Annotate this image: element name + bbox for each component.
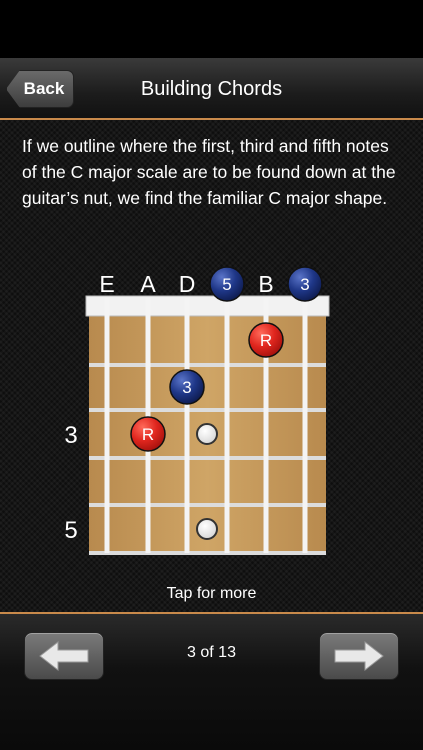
open-string-label-3: D [179,271,196,297]
fret-number-5: 5 [64,517,77,544]
nut [85,295,330,317]
fret-inlay-5 [196,518,218,540]
fret-inlay-3 [196,423,218,445]
fret-wire-1 [89,363,326,367]
fretboard-diagram[interactable]: EAD B 3 5 5 3 R 3 R [0,260,423,560]
fret-wire-3 [89,456,326,460]
open-string-label-5: B [258,271,273,297]
fretted-note-dot-1-label: R [260,331,272,350]
open-note-dot-1-label: 5 [222,275,231,294]
open-string-label-1: E [99,271,114,297]
navigation-bar: Back Building Chords [0,58,423,120]
guitar-string-3 [184,298,190,553]
intro-paragraph: If we outline where the first, third and… [22,136,396,208]
bottom-toolbar: 3 of 13 [0,612,423,750]
guitar-string-6 [302,298,308,553]
tap-for-more-hint[interactable]: Tap for more [0,585,423,603]
fret-wire-2 [89,408,326,412]
fret-wire-4 [89,503,326,507]
fretboard-svg: E A D B 3 5 5 3 R 3 R [64,266,330,555]
guitar-string-1 [104,298,110,553]
status-bar [0,0,423,58]
open-note-dot-2-label: 3 [300,275,309,294]
fret-wire-5 [89,551,326,555]
guitar-string-4 [224,298,230,553]
right-arrow-icon [334,640,384,672]
page-title: Building Chords [140,78,283,100]
fretted-note-dot-3-label: R [142,425,154,444]
next-page-button[interactable] [319,632,399,680]
fret-number-3: 3 [64,422,77,449]
fretted-note-dot-2-label: 3 [182,378,191,397]
open-string-label-2: A [140,271,156,297]
